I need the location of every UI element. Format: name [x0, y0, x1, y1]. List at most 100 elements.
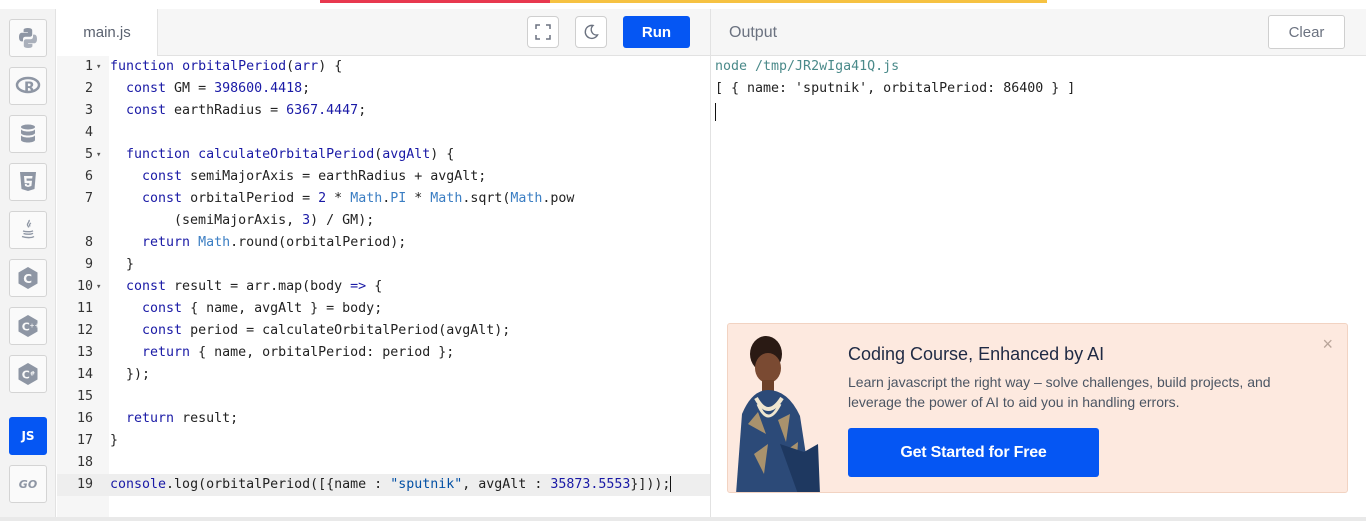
output-result-line: [ { name: 'sputnik', orbitalPeriod: 8640… — [715, 81, 1076, 96]
code-text: function calculateOrbitalPeriod(avgAlt) … — [126, 147, 455, 162]
code-text: const { name, avgAlt } = body; — [142, 301, 383, 316]
line-number: 2 — [84, 81, 93, 96]
code-text: function orbitalPeriod(arr) { — [110, 59, 343, 74]
ad-description: Learn javascript the right way – solve c… — [848, 374, 1271, 410]
code-line[interactable]: 14 }); — [57, 364, 710, 386]
get-started-button[interactable]: Get Started for Free — [848, 428, 1099, 477]
go-icon: GO — [18, 477, 38, 491]
r-icon: R — [15, 76, 41, 96]
lang-cpp-button[interactable]: C ++ — [9, 307, 47, 345]
c-icon: C — [18, 267, 38, 289]
line-number: 13 — [76, 345, 93, 360]
code-text: return { name, orbitalPeriod: period }; — [142, 345, 455, 360]
line-number: 19 — [76, 477, 93, 492]
output-toolbar: Output Clear — [711, 9, 1366, 56]
line-number: 15 — [76, 389, 93, 404]
output-cursor — [715, 103, 716, 121]
lang-csharp-button[interactable]: C # — [9, 355, 47, 393]
theme-toggle-button[interactable] — [575, 16, 607, 48]
code-line[interactable]: 10 ▾ const result = arr.map(body => { — [57, 276, 710, 298]
svg-text:C: C — [23, 272, 32, 286]
line-number: 14 — [76, 367, 93, 382]
code-line[interactable]: 13 return { name, orbitalPeriod: period … — [57, 342, 710, 364]
line-number: 6 — [84, 169, 93, 184]
language-sidebar: R C C ++ C # JS GO — [0, 9, 56, 517]
code-line[interactable]: 5 ▾ function calculateOrbitalPeriod(avgAl… — [57, 144, 710, 166]
code-text: const orbitalPeriod = 2 * Math.PI * Math… — [142, 191, 575, 206]
code-line[interactable]: 16 return result; — [57, 408, 710, 430]
lang-python-button[interactable] — [9, 19, 47, 57]
line-number: 18 — [76, 455, 93, 470]
line-number: 3 — [84, 103, 93, 118]
fold-toggle-icon[interactable]: ▾ — [96, 276, 101, 298]
lang-javascript-button[interactable]: JS — [9, 417, 47, 455]
lang-java-button[interactable] — [9, 211, 47, 249]
python-icon — [19, 28, 37, 48]
code-line[interactable]: 8 return Math.round(orbitalPeriod); — [57, 232, 710, 254]
database-icon — [21, 124, 35, 143]
ad-headline: Coding Course, Enhanced by AI — [848, 344, 1105, 364]
editor-toolbar: main.js Run — [57, 9, 710, 56]
code-line[interactable]: (semiMajorAxis, 3) / GM); — [57, 210, 710, 232]
file-tab-main-js[interactable]: main.js — [57, 9, 158, 56]
code-line[interactable]: 11 const { name, avgAlt } = body; — [57, 298, 710, 320]
code-text: }); — [110, 367, 151, 382]
svg-text:++: ++ — [30, 323, 40, 330]
code-line[interactable]: 1 ▾ function orbitalPeriod(arr) { — [57, 56, 710, 78]
code-text: const GM = 398600.4418; — [126, 81, 311, 96]
code-line[interactable]: 7 const orbitalPeriod = 2 * Math.PI * Ma… — [57, 188, 710, 210]
line-number: 4 — [84, 125, 93, 140]
ad-close-icon[interactable]: × — [1322, 334, 1333, 355]
code-line[interactable]: 12 const period = calculateOrbitalPeriod… — [57, 320, 710, 342]
fold-toggle-icon[interactable]: ▾ — [96, 56, 101, 78]
run-button[interactable]: Run — [623, 16, 690, 48]
lang-html-button[interactable] — [9, 163, 47, 201]
line-number: 11 — [76, 301, 93, 316]
accent-segment-red — [320, 0, 550, 3]
ad-photo-person — [736, 336, 820, 492]
line-number: 5 — [84, 147, 93, 162]
code-editor[interactable]: 1 ▾ function orbitalPeriod(arr) {2 const G… — [57, 56, 710, 517]
code-text: const earthRadius = 6367.4447; — [126, 103, 367, 118]
code-text: } — [110, 257, 135, 272]
clear-button[interactable]: Clear — [1268, 15, 1345, 49]
code-text: const semiMajorAxis = earthRadius + avgA… — [142, 169, 487, 184]
accent-segment-yellow — [550, 0, 1047, 3]
bottom-scrollbar-strip — [0, 517, 1366, 521]
top-accent-bar — [0, 0, 1366, 3]
lang-go-button[interactable]: GO — [9, 465, 47, 503]
code-line[interactable]: 6 const semiMajorAxis = earthRadius + av… — [57, 166, 710, 188]
svg-text:#: # — [30, 371, 35, 378]
cpp-icon: C ++ — [18, 315, 40, 337]
line-number: 12 — [76, 323, 93, 338]
line-number: 7 — [84, 191, 93, 206]
code-text: } — [110, 433, 119, 448]
js-icon: JS — [21, 429, 35, 443]
fold-toggle-icon[interactable]: ▾ — [96, 144, 101, 166]
lang-c-button[interactable]: C — [9, 259, 47, 297]
line-number: 9 — [84, 257, 93, 272]
html5-icon — [20, 172, 36, 191]
lang-r-button[interactable]: R — [9, 67, 47, 105]
output-command-line: node /tmp/JR2wIga41Q.js — [715, 59, 900, 74]
code-line[interactable]: 3 const earthRadius = 6367.4447; — [57, 100, 710, 122]
lang-sql-button[interactable] — [9, 115, 47, 153]
svg-text:C: C — [22, 369, 30, 382]
line-number: 16 — [76, 411, 93, 426]
code-line[interactable]: 18 — [57, 452, 710, 474]
code-line[interactable]: 9 } — [57, 254, 710, 276]
code-line[interactable]: 17} — [57, 430, 710, 452]
code-line[interactable]: 15 — [57, 386, 710, 408]
java-icon — [21, 219, 35, 239]
line-number: 8 — [84, 235, 93, 250]
line-number: 17 — [76, 433, 93, 448]
code-line[interactable]: 19 console.log(orbitalPeriod([{name : "sp… — [57, 474, 710, 496]
code-line[interactable]: 2 const GM = 398600.4418; — [57, 78, 710, 100]
code-text: const result = arr.map(body => { — [126, 279, 383, 294]
course-ad-banner[interactable]: × Coding Course, Enhanced by AI Learn ja… — [727, 323, 1348, 493]
code-line[interactable]: 4 — [57, 122, 710, 144]
svg-text:R: R — [24, 80, 35, 96]
fullscreen-button[interactable] — [527, 16, 559, 48]
fullscreen-icon — [535, 24, 551, 40]
text-cursor — [670, 476, 672, 492]
